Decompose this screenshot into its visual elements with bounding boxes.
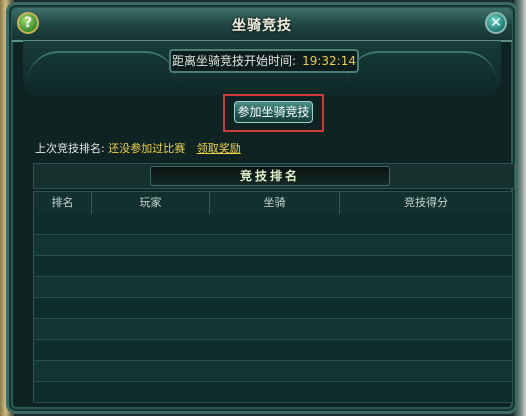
- last-rank-label: 上次竞技排名:: [35, 142, 105, 155]
- table-row: [34, 256, 512, 277]
- ranking-title: 竞技排名: [150, 166, 390, 186]
- table-row: [34, 298, 512, 319]
- right-ornament: [347, 51, 497, 83]
- join-mount-arena-button[interactable]: 参加坐骑竞技: [234, 101, 313, 123]
- join-button-highlight: 参加坐骑竞技: [223, 94, 324, 132]
- table-row: [34, 235, 512, 256]
- mount-arena-window: ? 坐骑竞技 ✕ 距离坐骑竞技开始时间: 19:32:14 参加坐骑竞技 上次竞技…: [6, 2, 518, 414]
- left-ornament: [27, 51, 177, 83]
- column-header-player[interactable]: 玩家: [92, 192, 210, 214]
- table-row: [34, 361, 512, 382]
- table-row: [34, 214, 512, 235]
- window-title: 坐骑竞技: [232, 18, 292, 34]
- column-header-rank[interactable]: 排名: [34, 192, 92, 214]
- countdown-label: 距离坐骑竞技开始时间:: [172, 54, 297, 68]
- column-header-score[interactable]: 竞技得分: [340, 192, 512, 214]
- claim-reward-link[interactable]: 领取奖励: [197, 142, 241, 155]
- column-header-mount[interactable]: 坐骑: [210, 192, 340, 214]
- ranking-header-bar: 竞技排名: [33, 163, 515, 189]
- table-row: [34, 340, 512, 361]
- ranking-table-header: 排名 玩家 坐骑 竞技得分: [34, 192, 512, 215]
- table-row: [34, 277, 512, 298]
- last-rank-value: 还没参加过比赛: [108, 142, 186, 155]
- table-row: [34, 319, 512, 340]
- last-rank-line: 上次竞技排名: 还没参加过比赛 领取奖励: [35, 140, 241, 156]
- table-row: [34, 382, 512, 403]
- countdown-value: 19:32:14: [302, 54, 356, 68]
- countdown-timer: 距离坐骑竞技开始时间: 19:32:14: [169, 49, 359, 73]
- close-icon[interactable]: ✕: [485, 12, 507, 34]
- ranking-table: 排名 玩家 坐骑 竞技得分: [33, 191, 513, 403]
- window-titlebar: ? 坐骑竞技 ✕: [12, 8, 512, 42]
